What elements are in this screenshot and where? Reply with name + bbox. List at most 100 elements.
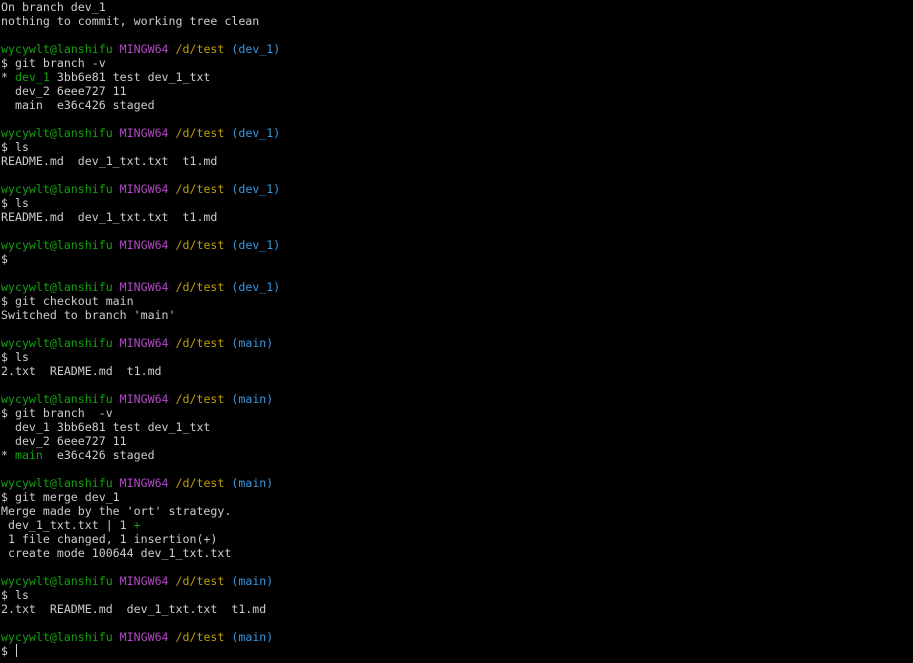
branch-label: (main) bbox=[231, 630, 274, 644]
green-text: wycywlt@lanshifu bbox=[1, 336, 113, 350]
path-label: /d/test bbox=[175, 126, 225, 140]
terminal-line: nothing to commit, working tree clean bbox=[1, 14, 913, 28]
green-text: wycywlt@lanshifu bbox=[1, 630, 113, 644]
output-text: e36c426 staged bbox=[42, 448, 155, 462]
green-text: wycywlt@lanshifu bbox=[1, 574, 113, 588]
terminal-output[interactable]: On branch dev_1 nothing to commit, workin… bbox=[1, 0, 913, 663]
path-label: /d/test bbox=[175, 336, 225, 350]
terminal-line: $ ls bbox=[1, 588, 913, 602]
path-label: /d/test bbox=[175, 574, 225, 588]
terminal-line: $ git checkout main bbox=[1, 294, 913, 308]
path-label: /d/test bbox=[175, 182, 225, 196]
terminal-line: README.md dev_1_txt.txt t1.md bbox=[1, 154, 913, 168]
path-label: /d/test bbox=[175, 392, 225, 406]
terminal-line: On branch dev_1 bbox=[1, 0, 913, 14]
green-text: wycywlt@lanshifu bbox=[1, 126, 113, 140]
branch-label: (main) bbox=[231, 476, 274, 490]
branch-label: (dev_1) bbox=[231, 238, 281, 252]
terminal-line: dev_2 6eee727 11 bbox=[1, 434, 913, 448]
branch-label: (main) bbox=[231, 392, 274, 406]
terminal-line: $ bbox=[1, 644, 913, 658]
output-text: $ ls bbox=[1, 588, 29, 602]
output-text: nothing to commit, working tree clean bbox=[1, 14, 260, 28]
branch-label: (dev_1) bbox=[231, 42, 281, 56]
terminal-line: * main e36c426 staged bbox=[1, 448, 913, 462]
output-text: main e36c426 staged bbox=[1, 98, 155, 112]
green-text: wycywlt@lanshifu bbox=[1, 476, 113, 490]
terminal-line: $ ls bbox=[1, 140, 913, 154]
output-text: * bbox=[1, 70, 15, 84]
output-text: * bbox=[1, 448, 15, 462]
output-text: create mode 100644 dev_1_txt.txt bbox=[1, 546, 232, 560]
output-text: Switched to branch 'main' bbox=[1, 308, 176, 322]
green-text: dev_1 bbox=[14, 70, 50, 84]
output-text: dev_1 3bb6e81 test dev_1_txt bbox=[1, 420, 211, 434]
green-text: wycywlt@lanshifu bbox=[1, 280, 113, 294]
terminal-line: 2.txt README.md t1.md bbox=[1, 364, 913, 378]
output-text: $ ls bbox=[1, 350, 29, 364]
output-text: On branch dev_1 bbox=[1, 0, 106, 14]
output-text: README.md dev_1_txt.txt t1.md bbox=[1, 154, 218, 168]
text-cursor[interactable] bbox=[15, 644, 17, 657]
terminal-line: Switched to branch 'main' bbox=[1, 308, 913, 322]
env-label: MINGW64 bbox=[119, 42, 169, 56]
env-label: MINGW64 bbox=[119, 336, 169, 350]
green-text: + bbox=[133, 518, 141, 532]
green-text: wycywlt@lanshifu bbox=[1, 42, 113, 56]
output-text: $ git merge dev_1 bbox=[1, 490, 120, 504]
branch-label: (main) bbox=[231, 336, 274, 350]
path-label: /d/test bbox=[175, 630, 225, 644]
branch-label: (main) bbox=[231, 574, 274, 588]
terminal-line: $ git branch -v bbox=[1, 406, 913, 420]
output-text: $ git branch -v bbox=[1, 56, 106, 70]
env-label: MINGW64 bbox=[119, 392, 169, 406]
green-text: wycywlt@lanshifu bbox=[1, 182, 113, 196]
env-label: MINGW64 bbox=[119, 238, 169, 252]
terminal-line: $ git merge dev_1 bbox=[1, 490, 913, 504]
output-text: 1 file changed, 1 insertion(+) bbox=[1, 532, 218, 546]
output-text: $ bbox=[1, 252, 8, 266]
output-text: Merge made by the 'ort' strategy. bbox=[1, 504, 232, 518]
terminal-line: * dev_1 3bb6e81 test dev_1_txt bbox=[1, 70, 913, 84]
terminal-line: $ git branch -v bbox=[1, 56, 913, 70]
terminal-line: wycywlt@lanshifu MINGW64 /d/test (dev_1) bbox=[1, 280, 913, 294]
env-label: MINGW64 bbox=[119, 182, 169, 196]
terminal-line: wycywlt@lanshifu MINGW64 /d/test (main) bbox=[1, 630, 913, 644]
terminal-line: wycywlt@lanshifu MINGW64 /d/test (main) bbox=[1, 574, 913, 588]
branch-label: (dev_1) bbox=[231, 280, 281, 294]
terminal-line: dev_1 3bb6e81 test dev_1_txt bbox=[1, 420, 913, 434]
terminal-line: wycywlt@lanshifu MINGW64 /d/test (dev_1) bbox=[1, 238, 913, 252]
path-label: /d/test bbox=[175, 42, 225, 56]
terminal-line: dev_2 6eee727 11 bbox=[1, 84, 913, 98]
output-text: $ git checkout main bbox=[1, 294, 134, 308]
terminal-line: README.md dev_1_txt.txt t1.md bbox=[1, 210, 913, 224]
branch-label: (dev_1) bbox=[231, 182, 281, 196]
green-text: main bbox=[14, 448, 43, 462]
terminal-line: Merge made by the 'ort' strategy. bbox=[1, 504, 913, 518]
output-text: 2.txt README.md dev_1_txt.txt t1.md bbox=[1, 602, 267, 616]
output-text: dev_1_txt.txt | 1 bbox=[1, 518, 134, 532]
